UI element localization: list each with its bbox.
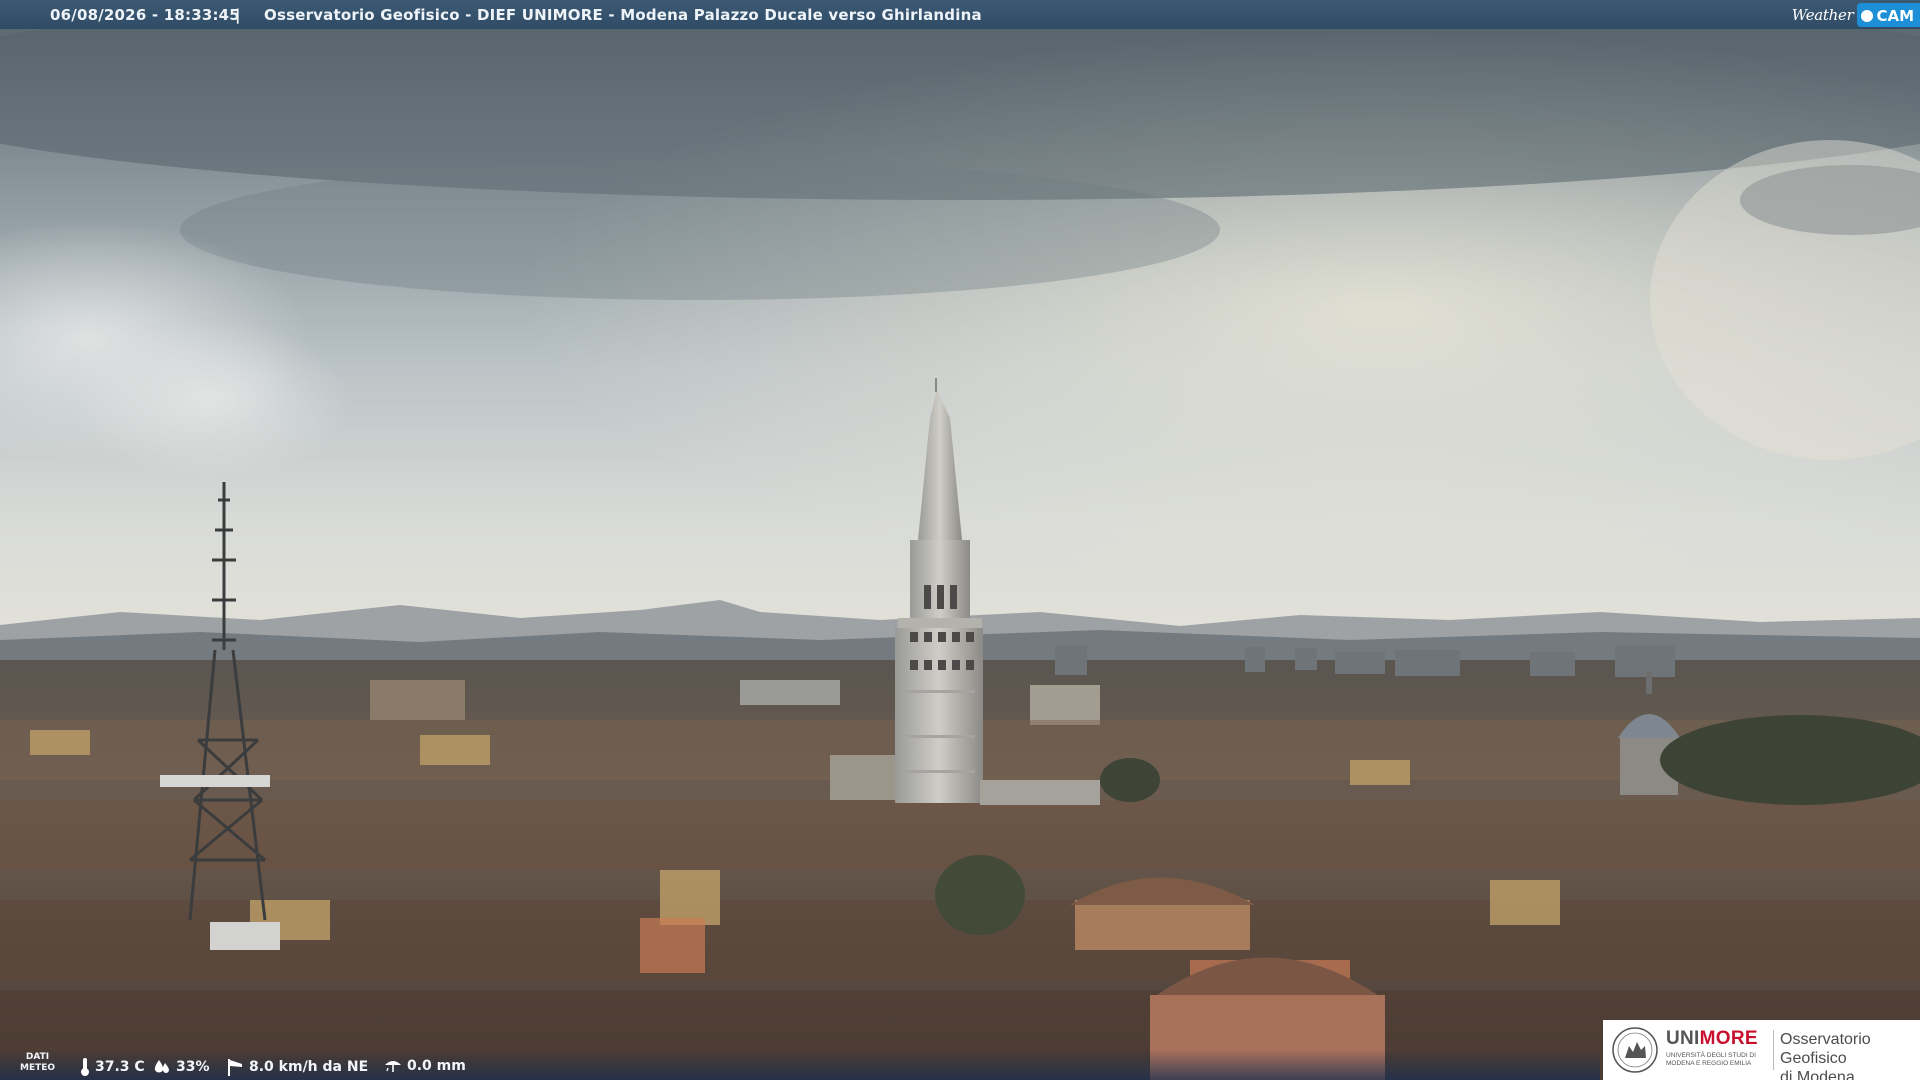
rain-gauge-icon xyxy=(385,1061,401,1072)
unimore-logo-box: UNIMORE UNIVERSITÀ DEGLI STUDI DI MODENA… xyxy=(1603,1020,1920,1080)
observatory-name-line2: di Modena xyxy=(1780,1069,1855,1080)
weathercam-logo: Weather CAM xyxy=(1792,0,1920,29)
weather-data-strip: DATI METEO 37.3 C 33% 8.0 km/h da NE 0.0… xyxy=(0,1050,1600,1080)
wind-value: 8.0 km/h da NE xyxy=(249,1059,369,1075)
weathercam-logo-cam: CAM xyxy=(1857,2,1920,27)
camera-title: Osservatorio Geofisico - DIEF UNIMORE - … xyxy=(264,6,982,24)
unimore-wordmark-uni: UNI xyxy=(1666,1028,1700,1049)
datetime-label: 06/08/2026 - 18:33:45 xyxy=(50,6,240,24)
meteo-label-line2: METEO xyxy=(20,1063,56,1073)
caption-bar: 06/08/2026 - 18:33:45 | Osservatorio Geo… xyxy=(0,0,1920,29)
rain-reading: 0.0 mm xyxy=(384,1058,466,1074)
weathercam-logo-cam-text: CAM xyxy=(1876,7,1914,25)
unimore-wordmark: UNIMORE xyxy=(1666,1028,1758,1050)
observatory-name-line1: Osservatorio Geofisico xyxy=(1780,1031,1871,1067)
humidity-drop-icon xyxy=(154,1060,169,1073)
university-seal-icon xyxy=(1612,1027,1658,1073)
caption-separator: | xyxy=(235,6,241,24)
humidity-value: 33% xyxy=(176,1059,210,1075)
unimore-wordmark-more: MORE xyxy=(1699,1028,1758,1049)
wind-sock-icon xyxy=(228,1059,242,1076)
wind-reading: 8.0 km/h da NE xyxy=(226,1058,368,1076)
weathercam-logo-weather: Weather xyxy=(1791,5,1854,24)
humidity-reading: 33% xyxy=(153,1058,210,1076)
observatory-name: Osservatorio Geofisico di Modena xyxy=(1780,1030,1920,1080)
meteo-label-line1: DATI xyxy=(25,1052,50,1062)
logo-divider xyxy=(1773,1030,1774,1070)
temperature-reading: 37.3 C xyxy=(80,1058,145,1076)
meteo-label: DATI METEO xyxy=(20,1052,55,1074)
webcam-photo xyxy=(0,0,1920,1080)
temperature-value: 37.3 C xyxy=(95,1059,145,1075)
university-name: UNIVERSITÀ DEGLI STUDI DI MODENA E REGGI… xyxy=(1666,1052,1756,1067)
rain-value: 0.0 mm xyxy=(407,1058,466,1074)
lens-icon xyxy=(1861,10,1874,22)
thermometer-icon xyxy=(81,1058,89,1076)
